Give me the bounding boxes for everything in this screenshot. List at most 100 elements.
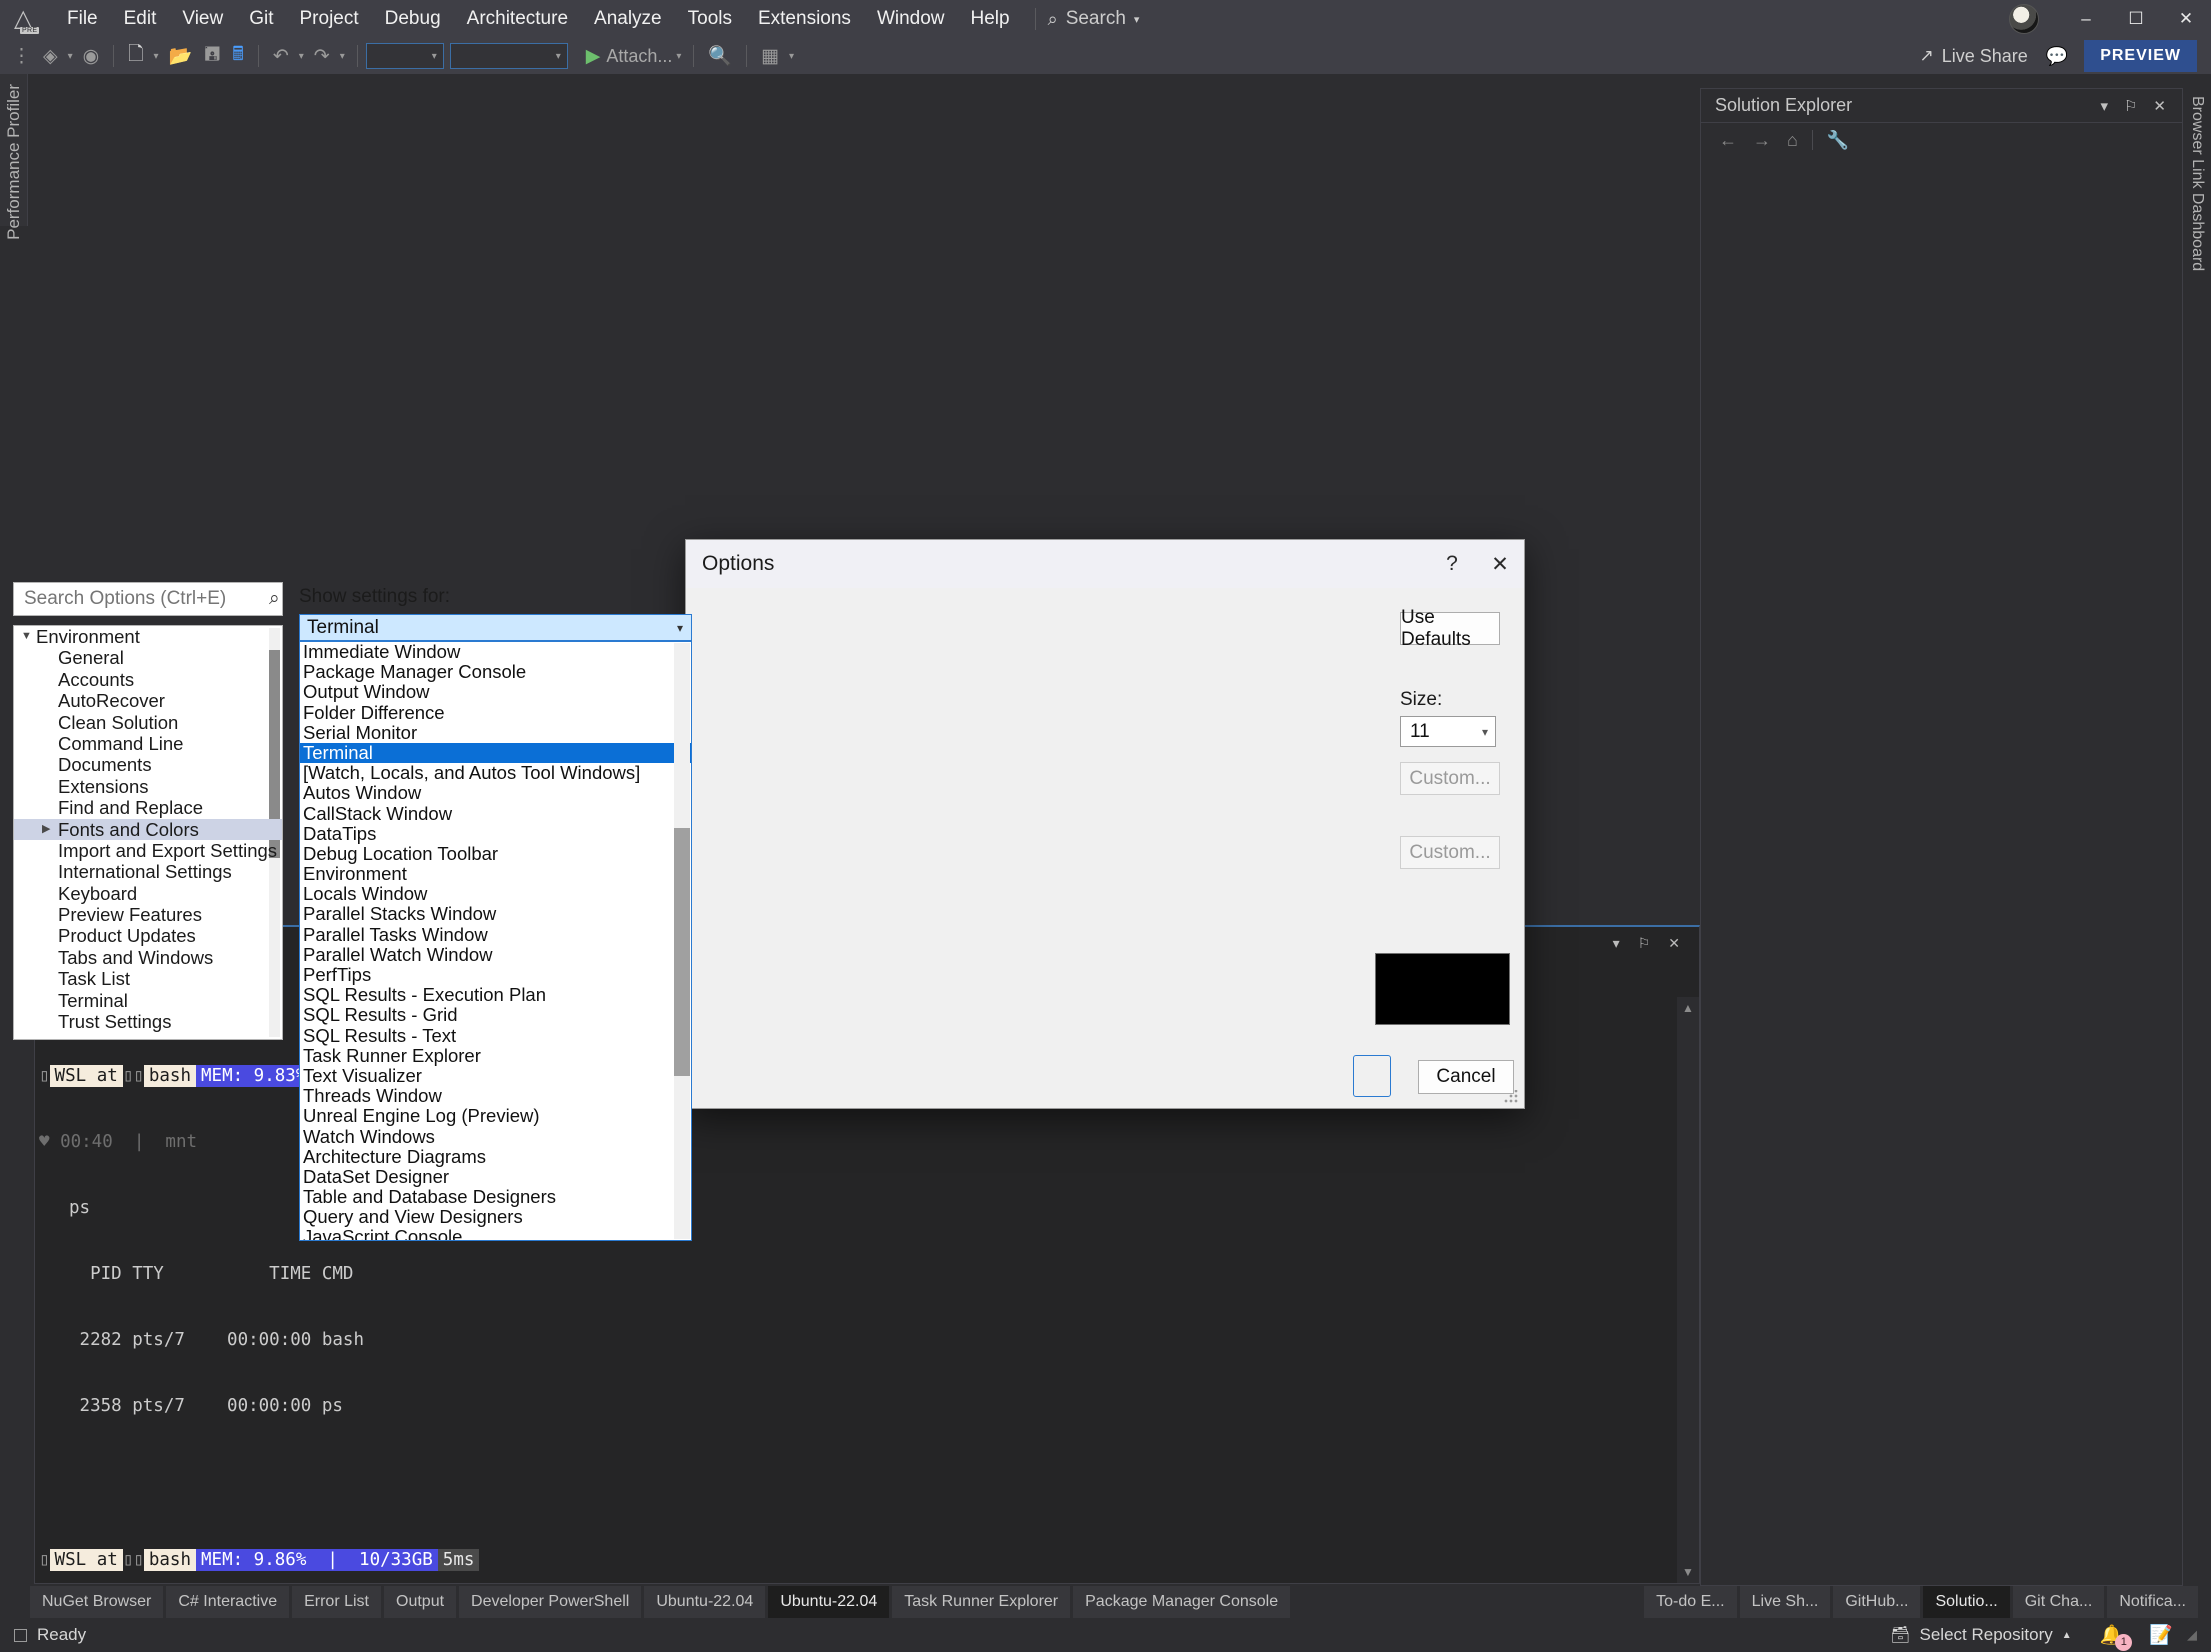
avatar[interactable] bbox=[2009, 4, 2039, 34]
tab-ubuntu-2[interactable]: Ubuntu-22.04 bbox=[768, 1586, 890, 1618]
tab-github[interactable]: GitHub... bbox=[1833, 1586, 1921, 1618]
navigate-forward-icon[interactable]: ◉ bbox=[77, 45, 106, 68]
new-project-icon[interactable]: 🗋 bbox=[122, 40, 149, 72]
notifications-bell-icon[interactable]: 🔔 1 bbox=[2100, 1623, 2133, 1651]
save-all-icon[interactable]: 🖩 bbox=[226, 40, 249, 72]
tree-node-import-export[interactable]: Import and Export Settings bbox=[14, 840, 282, 861]
tree-node-trust-settings[interactable]: Trust Settings bbox=[14, 1011, 282, 1032]
tree-node-find-and-replace[interactable]: Find and Replace bbox=[14, 797, 282, 818]
attach-button[interactable]: ▶ Attach... ▾ bbox=[580, 45, 686, 68]
tree-node-terminal[interactable]: Terminal bbox=[14, 990, 282, 1011]
tab-error-list[interactable]: Error List bbox=[292, 1586, 381, 1618]
dropdown-option[interactable]: Text Visualizer bbox=[300, 1065, 691, 1086]
tree-node-extensions[interactable]: Extensions bbox=[14, 776, 282, 797]
home-icon[interactable]: ⌂ bbox=[1779, 130, 1806, 151]
live-share-button[interactable]: ↗ Live Share bbox=[1919, 46, 2027, 67]
back-icon[interactable]: ← bbox=[1711, 130, 1745, 151]
feedback-icon[interactable]: 📝 bbox=[2149, 1623, 2173, 1647]
cancel-button[interactable]: Cancel bbox=[1418, 1060, 1514, 1094]
dropdown-option[interactable]: Serial Monitor bbox=[300, 722, 691, 743]
tab-nuget-browser[interactable]: NuGet Browser bbox=[30, 1586, 164, 1618]
tree-node-task-list[interactable]: Task List bbox=[14, 968, 282, 989]
navigate-back-chevron-icon[interactable]: ▾ bbox=[64, 51, 77, 62]
menu-edit[interactable]: Edit bbox=[111, 0, 170, 38]
send-feedback-icon[interactable]: 💬 bbox=[2046, 46, 2068, 67]
save-icon[interactable]: 🖪 bbox=[198, 40, 226, 72]
tree-node-general[interactable]: General bbox=[14, 647, 282, 668]
select-repository-button[interactable]: 🗃 Select Repository ▲ bbox=[1890, 1625, 2071, 1645]
tree-node-fonts-and-colors[interactable]: ▶ Fonts and Colors bbox=[14, 818, 282, 840]
new-project-chevron-icon[interactable]: ▾ bbox=[150, 51, 163, 62]
tab-task-runner-explorer[interactable]: Task Runner Explorer bbox=[892, 1586, 1071, 1618]
help-button[interactable]: ? bbox=[1428, 540, 1476, 588]
dropdown-option[interactable]: Debug Location Toolbar bbox=[300, 843, 691, 864]
undo-chevron-icon[interactable]: ▾ bbox=[295, 51, 308, 62]
dropdown-option[interactable]: Output Window bbox=[300, 682, 691, 702]
dropdown-option[interactable]: DataTips bbox=[300, 823, 691, 844]
tree-node-international[interactable]: International Settings bbox=[14, 861, 282, 882]
forward-icon[interactable]: → bbox=[1745, 130, 1779, 151]
menu-view[interactable]: View bbox=[169, 0, 236, 38]
tree-node-tabs-and-windows[interactable]: Tabs and Windows bbox=[14, 947, 282, 968]
tab-git-changes[interactable]: Git Cha... bbox=[2012, 1586, 2105, 1618]
global-search[interactable]: ⌕ Search ▾ bbox=[1048, 8, 1140, 30]
wrench-icon[interactable]: 🔧 bbox=[1819, 130, 1857, 151]
menu-tools[interactable]: Tools bbox=[675, 0, 745, 38]
performance-profiler-rail[interactable]: Performance Profiler bbox=[0, 74, 28, 240]
dropdown-option[interactable]: Table and Database Designers bbox=[300, 1186, 691, 1207]
dropdown-option[interactable]: JavaScript Console bbox=[300, 1227, 691, 1240]
select-element-icon[interactable]: ▦ bbox=[755, 45, 785, 68]
dropdown-option[interactable]: [Watch, Locals, and Autos Tool Windows] bbox=[300, 762, 691, 783]
dropdown-option[interactable]: Package Manager Console bbox=[300, 661, 691, 682]
live-preview-icon[interactable]: 🔍 bbox=[702, 44, 738, 68]
redo-chevron-icon[interactable]: ▾ bbox=[336, 51, 349, 62]
tab-notifications[interactable]: Notifica... bbox=[2107, 1586, 2198, 1618]
ok-button[interactable] bbox=[1353, 1055, 1391, 1097]
dropdown-option[interactable]: Watch Windows bbox=[300, 1126, 691, 1147]
panel-dropdown-icon[interactable]: ▾ bbox=[1604, 935, 1629, 952]
pin-icon[interactable]: ⚐ bbox=[1629, 935, 1660, 952]
menu-debug[interactable]: Debug bbox=[372, 0, 454, 38]
tree-node-clean-solution[interactable]: Clean Solution bbox=[14, 712, 282, 733]
undo-icon[interactable]: ↶ bbox=[267, 45, 295, 68]
solution-platform-combo[interactable]: ▾ bbox=[449, 43, 568, 69]
tab-csharp-interactive[interactable]: C# Interactive bbox=[166, 1586, 290, 1618]
menu-file[interactable]: File bbox=[54, 0, 111, 38]
dialog-close-button[interactable]: ✕ bbox=[1476, 540, 1524, 588]
dropdown-option[interactable]: PerfTips bbox=[300, 964, 691, 985]
size-combo[interactable]: 11 ▾ bbox=[1400, 716, 1496, 747]
dropdown-option[interactable]: Query and View Designers bbox=[300, 1207, 691, 1227]
maximize-button[interactable]: ☐ bbox=[2111, 0, 2161, 38]
show-settings-for-dropdown-list[interactable]: Immediate Window Package Manager Console… bbox=[299, 641, 692, 1241]
tree-node-autorecover[interactable]: AutoRecover bbox=[14, 690, 282, 711]
tree-node-command-line[interactable]: Command Line bbox=[14, 733, 282, 754]
solution-config-combo[interactable]: ▾ bbox=[365, 43, 444, 69]
search-options-input[interactable] bbox=[24, 588, 269, 610]
show-settings-for-combo[interactable]: Terminal ▾ bbox=[299, 614, 692, 641]
dropdown-option[interactable]: Parallel Watch Window bbox=[300, 944, 691, 965]
search-icon[interactable]: ⌕ bbox=[269, 588, 280, 610]
tab-developer-powershell[interactable]: Developer PowerShell bbox=[459, 1586, 642, 1618]
dropdown-option[interactable]: Folder Difference bbox=[300, 702, 691, 723]
dropdown-option[interactable]: Architecture Diagrams bbox=[300, 1146, 691, 1167]
dropdown-option[interactable]: DataSet Designer bbox=[300, 1166, 691, 1187]
dropdown-option[interactable]: Immediate Window bbox=[300, 642, 691, 662]
preview-badge[interactable]: PREVIEW bbox=[2084, 40, 2197, 72]
menu-extensions[interactable]: Extensions bbox=[745, 0, 864, 38]
minimize-button[interactable]: – bbox=[2061, 0, 2111, 38]
tree-node-keyboard[interactable]: Keyboard bbox=[14, 883, 282, 904]
tab-live-share[interactable]: Live Sh... bbox=[1739, 1586, 1831, 1618]
terminal-scrollbar[interactable]: ▲ ▼ bbox=[1677, 997, 1699, 1583]
options-search-box[interactable]: ⌕ bbox=[13, 582, 283, 616]
tab-solution-explorer[interactable]: Solutio... bbox=[1923, 1586, 2010, 1618]
scroll-up-icon[interactable]: ▲ bbox=[1677, 1001, 1699, 1015]
dropdown-option[interactable]: SQL Results - Grid bbox=[300, 1005, 691, 1025]
tree-node-product-updates[interactable]: Product Updates bbox=[14, 925, 282, 946]
menu-help[interactable]: Help bbox=[958, 0, 1023, 38]
dropdown-scrollbar-thumb[interactable] bbox=[674, 828, 690, 1076]
close-icon[interactable]: ✕ bbox=[1659, 935, 1689, 952]
menu-architecture[interactable]: Architecture bbox=[454, 0, 581, 38]
tab-ubuntu-1[interactable]: Ubuntu-22.04 bbox=[644, 1586, 766, 1618]
tab-todo-explorer[interactable]: To-do E... bbox=[1644, 1586, 1737, 1618]
menu-project[interactable]: Project bbox=[287, 0, 372, 38]
